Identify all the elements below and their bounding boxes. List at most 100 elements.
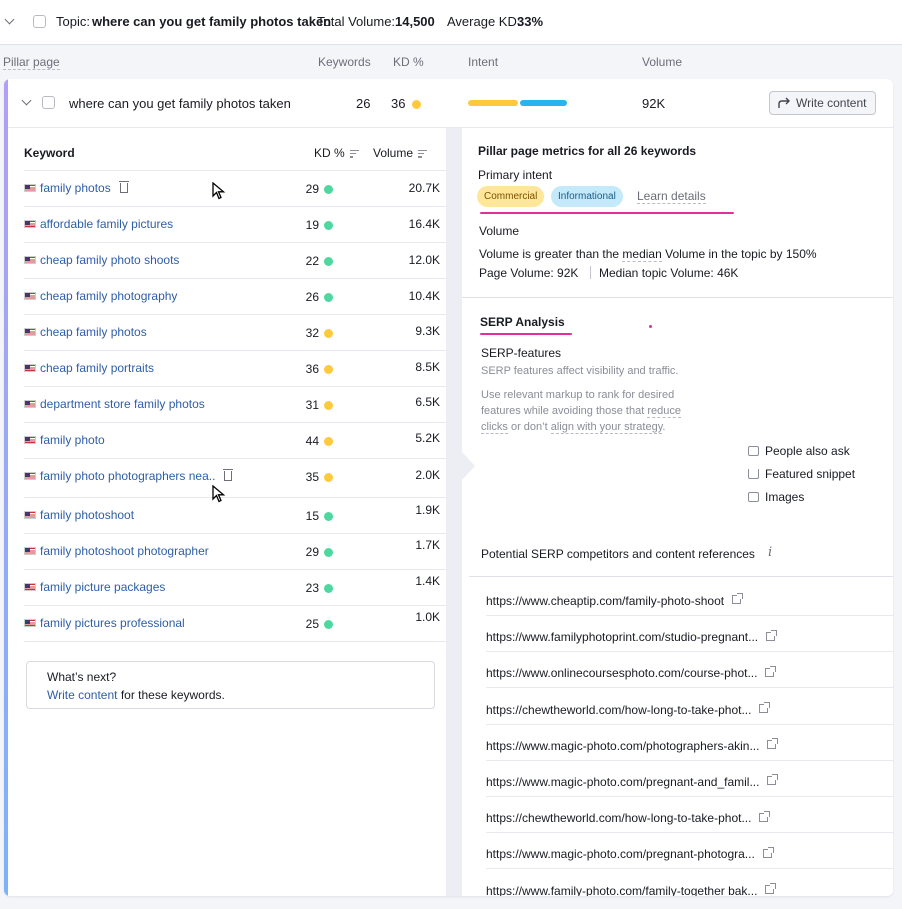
competitor-url[interactable]: https://www.onlinecoursesphoto.com/cours… xyxy=(486,665,777,680)
competitor-url-row[interactable]: https://www.magic-photo.com/pregnant-and… xyxy=(486,761,893,797)
competitor-url-row[interactable]: https://www.onlinecoursesphoto.com/cours… xyxy=(486,652,893,689)
keyword-link[interactable]: cheap family photos xyxy=(24,325,147,339)
keyword-link[interactable]: family pictures professional xyxy=(24,616,185,630)
keyword-text: family photoshoot xyxy=(40,508,135,522)
write-content-label: Write content xyxy=(796,96,867,110)
trash-icon[interactable] xyxy=(223,468,234,481)
kd-value: 44 xyxy=(305,434,319,448)
topic-checkbox[interactable] xyxy=(33,15,46,28)
column-header-volume[interactable]: Volume xyxy=(642,55,682,69)
competitor-url[interactable]: https://www.cheaptip.com/family-photo-sh… xyxy=(486,593,744,608)
keyword-link[interactable]: family photoshoot xyxy=(24,508,134,522)
keyword-volume: 1.7K xyxy=(415,538,440,552)
kd-header[interactable]: KD % xyxy=(314,146,359,160)
column-header-kd[interactable]: KD % xyxy=(393,55,424,69)
keyword-kd: 29 xyxy=(306,182,333,196)
column-header-intent[interactable]: Intent xyxy=(468,55,498,69)
competitor-url-row[interactable]: https://www.cheaptip.com/family-photo-sh… xyxy=(486,580,893,616)
keyword-row[interactable]: cheap family photography 26 10.4K xyxy=(24,278,446,314)
keyword-row[interactable]: affordable family pictures 19 16.4K xyxy=(24,206,446,242)
keyword-text: cheap family portraits xyxy=(40,361,155,375)
external-link-icon[interactable] xyxy=(765,665,777,677)
competitor-url-row[interactable]: https://chewtheworld.com/how-long-to-tak… xyxy=(486,689,893,725)
info-icon[interactable]: i xyxy=(768,545,772,560)
us-flag-icon xyxy=(24,510,36,519)
trash-icon[interactable] xyxy=(118,180,129,193)
keyword-row[interactable]: family pictures professional 25 1.0K xyxy=(24,605,446,641)
write-content-button[interactable]: Write content xyxy=(769,91,876,115)
pillar-kd: 36 xyxy=(391,96,422,111)
reduce-clicks-link[interactable]: reduce xyxy=(647,405,681,418)
competitor-url[interactable]: https://www.magic-photo.com/pregnant-pho… xyxy=(486,846,774,861)
competitor-url[interactable]: https://www.familyphotoprint.com/studio-… xyxy=(486,629,778,644)
keyword-link[interactable]: family photo xyxy=(24,433,105,447)
keyword-link[interactable]: cheap family portraits xyxy=(24,361,154,375)
keyword-row[interactable]: cheap family photo shoots 22 12.0K xyxy=(24,242,446,278)
chevron-down-icon[interactable] xyxy=(21,95,32,106)
kd-value: 25 xyxy=(305,617,319,631)
competitor-url[interactable]: https://www.family-photo.com/family-toge… xyxy=(486,882,777,896)
sort-icon[interactable] xyxy=(349,148,359,160)
keyword-row[interactable]: family photoshoot 15 1.9K xyxy=(24,497,446,533)
keyword-row[interactable]: family photoshoot photographer 29 1.7K xyxy=(24,533,446,569)
chevron-down-icon[interactable] xyxy=(4,14,15,25)
external-link-icon[interactable] xyxy=(767,774,779,786)
competitor-url-row[interactable]: https://www.familyphotoprint.com/studio-… xyxy=(486,616,893,653)
competitor-url-row[interactable]: https://chewtheworld.com/how-long-to-tak… xyxy=(486,797,893,834)
keyword-row[interactable]: family photo 44 5.2K xyxy=(24,422,446,458)
topic-name: where can you get family photos taken xyxy=(92,14,332,29)
keyword-row[interactable]: family photos 29 20.7K xyxy=(24,170,446,206)
keyword-text: family photos xyxy=(40,181,111,195)
external-link-icon[interactable] xyxy=(759,701,771,713)
sort-icon[interactable] xyxy=(418,148,428,160)
competitor-url[interactable]: https://www.magic-photo.com/photographer… xyxy=(486,738,779,753)
column-header-keywords[interactable]: Keywords xyxy=(318,55,371,69)
keyword-table: Keyword KD % Volume family photos 29 20.7K… xyxy=(8,128,446,896)
keyword-link[interactable]: cheap family photography xyxy=(24,289,177,303)
keyword-text: department store family photos xyxy=(40,397,205,411)
keyword-row[interactable]: department store family photos 31 6.5K xyxy=(24,386,446,422)
keyword-row[interactable]: family photo photographers nea.. 35 2.0K xyxy=(24,458,446,494)
feature-label: Featured snippet xyxy=(765,467,856,481)
keyword-row[interactable]: family picture packages 23 1.4K xyxy=(24,569,446,605)
keyword-volume: 6.5K xyxy=(415,395,440,409)
competitor-url[interactable]: https://chewtheworld.com/how-long-to-tak… xyxy=(486,810,771,825)
align-strategy-link[interactable]: align with your strategy xyxy=(550,421,663,434)
keyword-row[interactable]: cheap family portraits 36 8.5K xyxy=(24,350,446,386)
pillar-checkbox[interactable] xyxy=(42,96,55,109)
volume-desc-a: Volume is greater than the xyxy=(479,247,623,261)
competitor-url-row[interactable]: https://www.magic-photo.com/photographer… xyxy=(486,725,893,761)
competitor-url[interactable]: https://www.magic-photo.com/pregnant-and… xyxy=(486,774,779,789)
volume-header[interactable]: Volume xyxy=(373,146,428,160)
keyword-header: Keyword xyxy=(24,146,75,160)
keyword-text: cheap family photography xyxy=(40,289,178,303)
keyword-link[interactable]: affordable family pictures xyxy=(24,217,173,231)
learn-details-link[interactable]: Learn details xyxy=(637,189,706,204)
external-link-icon[interactable] xyxy=(759,810,771,822)
keyword-row[interactable]: cheap family photos 32 9.3K xyxy=(24,314,446,350)
competitor-url[interactable]: https://chewtheworld.com/how-long-to-tak… xyxy=(486,701,771,717)
pillar-volume: 92K xyxy=(642,96,666,111)
keyword-link[interactable]: family photo photographers nea.. xyxy=(24,468,234,483)
keyword-link[interactable]: family photoshoot photographer xyxy=(24,544,209,558)
volume-header-label: Volume xyxy=(373,146,414,160)
reduce-clicks-link-b[interactable]: clicks xyxy=(481,421,508,434)
keyword-link[interactable]: family picture packages xyxy=(24,580,165,594)
external-link-icon[interactable] xyxy=(766,629,778,641)
column-header-pillar[interactable]: Pillar page xyxy=(3,55,60,70)
keyword-link[interactable]: cheap family photo shoots xyxy=(24,253,179,267)
kd-dot-icon xyxy=(324,221,333,231)
keyword-link[interactable]: family photos xyxy=(24,180,129,195)
competitor-url-row[interactable]: https://www.family-photo.com/family-toge… xyxy=(486,870,893,896)
write-content-link[interactable]: Write content xyxy=(47,688,117,702)
competitors-label: Potential SERP competitors and content r… xyxy=(481,547,755,561)
external-link-icon[interactable] xyxy=(762,846,774,858)
competitor-url-row[interactable]: https://www.magic-photo.com/pregnant-pho… xyxy=(486,833,893,870)
median-link[interactable]: median xyxy=(622,247,662,262)
kd-value: 29 xyxy=(305,182,319,196)
keyword-link[interactable]: department store family photos xyxy=(24,397,205,411)
external-link-icon[interactable] xyxy=(767,738,779,750)
comment-icon xyxy=(748,445,759,456)
external-link-icon[interactable] xyxy=(732,593,744,605)
external-link-icon[interactable] xyxy=(765,882,777,894)
